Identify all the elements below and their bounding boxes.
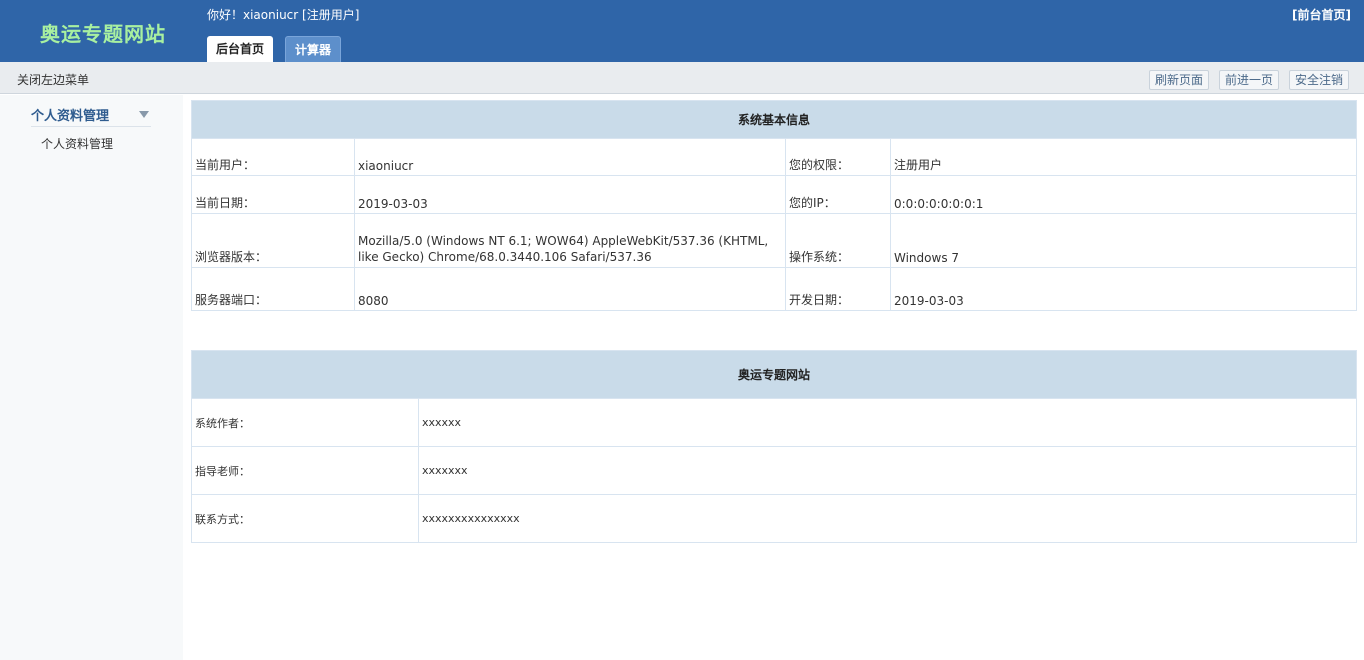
info-key: 您的IP： bbox=[785, 175, 891, 214]
info-value: xiaoniucr bbox=[354, 138, 786, 176]
info-key: 浏览器版本： bbox=[191, 213, 355, 268]
refresh-page-button[interactable]: 刷新页面 bbox=[1149, 70, 1210, 90]
info-value: 8080 bbox=[354, 267, 786, 311]
info-value: 2019-03-03 bbox=[889, 267, 1358, 311]
info-value: Mozilla/5.0 (Windows NT 6.1; WOW64) Appl… bbox=[354, 213, 786, 268]
info-value: Windows 7 bbox=[889, 213, 1358, 268]
info-value: xxxxxxxxxxxxxxx bbox=[417, 494, 1358, 543]
info-value: xxxxxx bbox=[417, 398, 1358, 447]
info-key: 系统作者： bbox=[191, 398, 419, 447]
info-value: 2019-03-03 bbox=[354, 175, 786, 214]
sidebar-group-label: 个人资料管理 bbox=[31, 109, 110, 124]
left-sidebar: 个人资料管理 个人资料管理 bbox=[0, 95, 183, 660]
toolbar: 关闭左边菜单 刷新页面 前进一页 安全注销 bbox=[0, 62, 1364, 94]
system-info-title: 系统基本信息 bbox=[190, 100, 1358, 139]
tab-calculator[interactable]: 计算器 bbox=[285, 36, 342, 62]
top-header: 奥运专题网站 你好！xiaoniucr [注册用户] [前台首页] 后台首页 计… bbox=[0, 0, 1364, 62]
info-key: 当前用户： bbox=[191, 138, 355, 176]
info-key: 操作系统： bbox=[785, 213, 891, 268]
site-info-table: 奥运专题网站 系统作者： xxxxxx 指导老师： xxxxxxx 联系方式： … bbox=[190, 350, 1358, 543]
table-row: 联系方式： xxxxxxxxxxxxxxx bbox=[191, 494, 1358, 543]
user-greeting: 你好！xiaoniucr [注册用户] bbox=[207, 8, 360, 22]
table-row: 系统作者： xxxxxx bbox=[191, 398, 1358, 447]
sidebar-item-profile[interactable]: 个人资料管理 bbox=[41, 135, 113, 152]
info-key: 服务器端口： bbox=[191, 267, 355, 311]
safe-logout-button[interactable]: 安全注销 bbox=[1289, 70, 1350, 90]
tab-backend-home[interactable]: 后台首页 bbox=[207, 36, 274, 62]
info-value: 注册用户 bbox=[889, 138, 1358, 176]
table-row: 浏览器版本： Mozilla/5.0 (Windows NT 6.1; WOW6… bbox=[191, 213, 1358, 268]
table-row: 指导老师： xxxxxxx bbox=[191, 446, 1358, 495]
forward-page-button[interactable]: 前进一页 bbox=[1219, 70, 1280, 90]
table-row: 当前用户： xiaoniucr 您的权限： 注册用户 bbox=[191, 138, 1358, 176]
info-key: 您的权限： bbox=[785, 138, 891, 176]
info-value: 0:0:0:0:0:0:0:1 bbox=[889, 175, 1358, 214]
site-logo: 奥运专题网站 bbox=[40, 22, 166, 46]
info-key: 联系方式： bbox=[191, 494, 419, 543]
info-key: 当前日期： bbox=[191, 175, 355, 214]
table-row: 服务器端口： 8080 开发日期： 2019-03-03 bbox=[191, 267, 1358, 311]
chevron-down-icon bbox=[139, 111, 149, 118]
toggle-left-menu-link[interactable]: 关闭左边菜单 bbox=[17, 71, 89, 88]
sidebar-group-profile[interactable]: 个人资料管理 bbox=[31, 105, 151, 127]
system-info-table: 系统基本信息 当前用户： xiaoniucr 您的权限： 注册用户 当前日期： … bbox=[190, 100, 1358, 311]
info-key: 指导老师： bbox=[191, 446, 419, 495]
site-info-title: 奥运专题网站 bbox=[190, 350, 1358, 399]
info-key: 开发日期： bbox=[785, 267, 891, 311]
info-value: xxxxxxx bbox=[417, 446, 1358, 495]
front-page-link[interactable]: [前台首页] bbox=[1292, 6, 1351, 23]
table-row: 当前日期： 2019-03-03 您的IP： 0:0:0:0:0:0:0:1 bbox=[191, 175, 1358, 214]
